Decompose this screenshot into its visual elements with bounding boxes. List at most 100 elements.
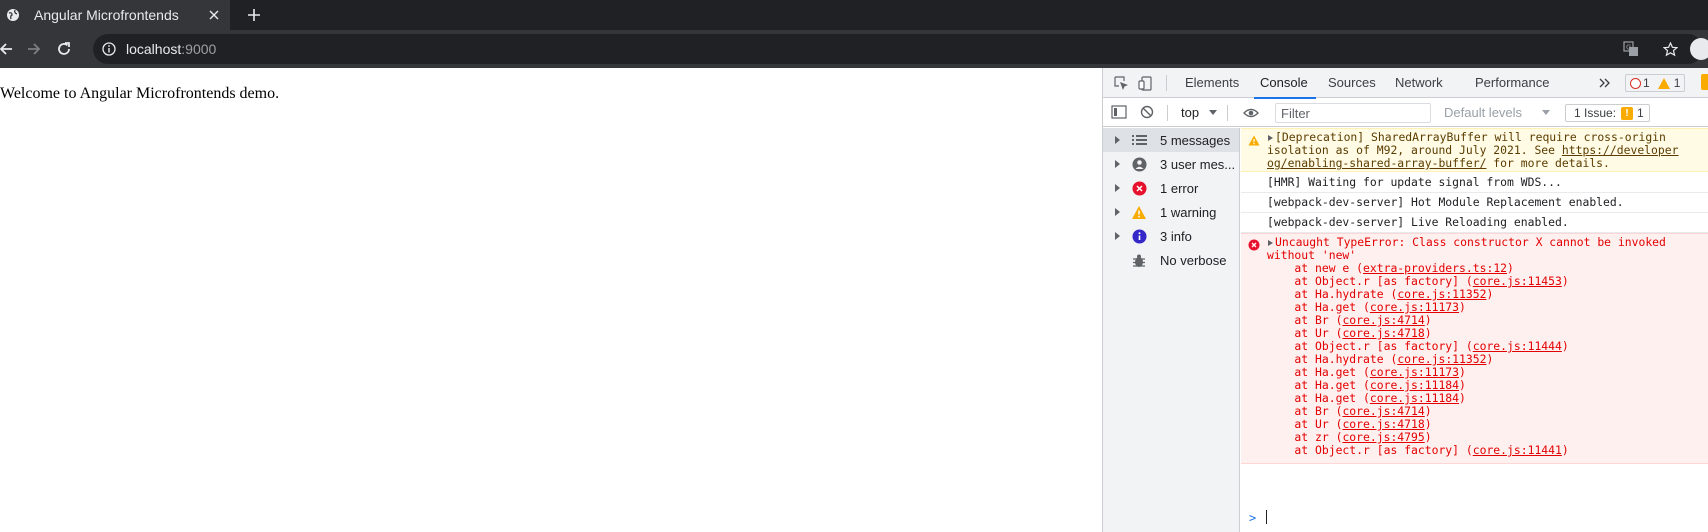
sidebar-item-messages[interactable]: 5 messages	[1103, 128, 1239, 152]
translate-icon[interactable]: G	[1623, 41, 1639, 57]
page-viewport: Welcome to Angular Microfrontends demo.	[0, 68, 1102, 532]
warning-count-icon	[1657, 77, 1670, 89]
console-counts-badge[interactable]: 1 1	[1625, 74, 1686, 92]
source-link[interactable]: core.js:4718	[1342, 326, 1424, 340]
source-link[interactable]: core.js:11184	[1370, 391, 1459, 405]
source-link[interactable]: core.js:11184	[1370, 378, 1459, 392]
console-warning-message[interactable]: [Deprecation] SharedArrayBuffer will req…	[1241, 128, 1708, 172]
console-line: [webpack-dev-server] Hot Module Replacem…	[1267, 195, 1624, 209]
source-link[interactable]: core.js:4714	[1342, 313, 1424, 327]
show-sidebar-icon[interactable]	[1111, 104, 1127, 120]
browser-toolbar: localhost:9000 G	[0, 30, 1708, 68]
source-link[interactable]: core.js:4795	[1342, 430, 1424, 444]
console-sidebar: 5 messages 3 user mes... 1 error 1 warni…	[1103, 128, 1240, 532]
tab-network[interactable]: Network	[1395, 68, 1443, 98]
devtools-panel: Elements Console Sources Network Perform…	[1102, 68, 1708, 532]
warning-icon	[1248, 134, 1260, 146]
levels-caret-icon	[1542, 110, 1550, 115]
new-tab-icon[interactable]	[244, 5, 264, 25]
bookmark-star-icon[interactable]	[1662, 41, 1678, 57]
expand-caret-icon	[1115, 160, 1120, 168]
source-link[interactable]: extra-providers.ts:12	[1363, 261, 1507, 275]
sidebar-item-verbose[interactable]: No verbose	[1103, 248, 1239, 272]
source-link[interactable]: https://developer	[1562, 143, 1679, 157]
browser-tab[interactable]: Angular Microfrontends	[0, 0, 230, 30]
tab-title: Angular Microfrontends	[34, 7, 179, 23]
expand-triangle-icon[interactable]	[1268, 135, 1273, 141]
live-expression-eye-icon[interactable]	[1243, 106, 1259, 120]
inspect-element-icon[interactable]	[1113, 75, 1129, 91]
console-log-message[interactable]: [HMR] Waiting for update signal from WDS…	[1241, 173, 1708, 193]
expand-caret-icon	[1115, 208, 1120, 216]
console-error-message[interactable]: Uncaught TypeError: Class constructor X …	[1241, 233, 1708, 464]
sidebar-item-label: 1 warning	[1160, 205, 1217, 220]
sidebar-item-label: No verbose	[1160, 253, 1227, 268]
error-icon	[1248, 239, 1260, 251]
expand-caret-icon	[1115, 136, 1120, 144]
console-log-message[interactable]: [webpack-dev-server] Live Reloading enab…	[1241, 213, 1708, 233]
console-prompt-chevron-icon: >	[1249, 511, 1257, 525]
sidebar-item-label: 3 user mes...	[1160, 157, 1236, 172]
sidebar-item-warnings[interactable]: 1 warning	[1103, 200, 1239, 224]
incognito-avatar-icon[interactable]	[1690, 38, 1708, 60]
source-link[interactable]: og/enabling-shared-array-buffer/	[1267, 156, 1486, 170]
expand-triangle-icon[interactable]	[1268, 240, 1273, 246]
expand-caret-icon	[1115, 184, 1120, 192]
source-link[interactable]: core.js:11173	[1370, 300, 1459, 314]
forward-arrow-icon[interactable]	[24, 39, 44, 59]
console-input-caret[interactable]	[1266, 510, 1267, 524]
device-toolbar-icon[interactable]	[1137, 75, 1153, 91]
tab-strip: Angular Microfrontends	[0, 0, 1708, 30]
console-log-message[interactable]: [webpack-dev-server] Hot Module Replacem…	[1241, 193, 1708, 213]
sidebar-item-label: 3 info	[1160, 229, 1192, 244]
stack-trace-line: at Object.r [as factory] (core.js:11441)	[1267, 443, 1569, 457]
warning-count: 1	[1673, 76, 1681, 90]
sidebar-item-errors[interactable]: 1 error	[1103, 176, 1239, 200]
source-link[interactable]: core.js:11453	[1473, 274, 1562, 288]
tab-sources[interactable]: Sources	[1328, 68, 1376, 98]
tab-performance[interactable]: Performance	[1475, 68, 1549, 98]
site-info-icon[interactable]	[102, 42, 116, 56]
source-link[interactable]: core.js:11444	[1473, 339, 1562, 353]
source-link[interactable]: core.js:4714	[1342, 404, 1424, 418]
issues-button[interactable]: 1 Issue: ! 1	[1565, 104, 1650, 122]
list-icon	[1131, 132, 1147, 148]
error-count: 1	[1643, 76, 1650, 90]
context-selector[interactable]: top	[1181, 105, 1199, 120]
source-link[interactable]: core.js:11352	[1397, 352, 1486, 366]
error-icon	[1131, 180, 1147, 196]
issues-label: 1 Issue:	[1574, 106, 1617, 120]
tab-elements[interactable]: Elements	[1185, 68, 1239, 98]
close-tab-icon[interactable]	[205, 6, 223, 24]
log-levels-dropdown[interactable]: Default levels	[1444, 105, 1522, 120]
user-icon	[1131, 156, 1147, 172]
context-caret-icon	[1209, 110, 1217, 115]
sidebar-item-user-messages[interactable]: 3 user mes...	[1103, 152, 1239, 176]
toolbar-divider	[1166, 75, 1167, 91]
url-text: localhost:9000	[126, 41, 217, 57]
clear-console-icon[interactable]	[1139, 104, 1155, 120]
welcome-text: Welcome to Angular Microfrontends demo.	[0, 85, 280, 102]
filter-input[interactable]	[1275, 103, 1431, 123]
filter-divider	[1167, 105, 1168, 121]
source-link[interactable]: core.js:4718	[1342, 417, 1424, 431]
issues-badge-icon[interactable]	[1701, 74, 1708, 90]
source-link[interactable]: core.js:11441	[1473, 443, 1562, 457]
sidebar-item-info[interactable]: 3 info	[1103, 224, 1239, 248]
source-link[interactable]: core.js:11173	[1370, 365, 1459, 379]
address-bar[interactable]: localhost:9000 G	[93, 34, 1703, 64]
tab-console[interactable]: Console	[1254, 68, 1316, 99]
reload-icon[interactable]	[54, 39, 74, 59]
console-line: og/enabling-shared-array-buffer/ for mor…	[1267, 156, 1610, 170]
source-link[interactable]: core.js:11352	[1397, 287, 1486, 301]
info-icon	[1131, 228, 1147, 244]
bug-icon	[1131, 252, 1147, 268]
more-tabs-chevron-icon[interactable]	[1599, 74, 1613, 92]
svg-text:G: G	[1626, 44, 1631, 52]
issue-flag-icon: !	[1621, 106, 1634, 120]
back-arrow-icon[interactable]	[0, 39, 16, 59]
expand-caret-icon	[1115, 232, 1120, 240]
issues-count: 1	[1637, 106, 1644, 120]
console-filter-bar: top Default levels 1 Issue: ! 1	[1103, 99, 1708, 127]
console-output: [Deprecation] SharedArrayBuffer will req…	[1241, 128, 1708, 532]
